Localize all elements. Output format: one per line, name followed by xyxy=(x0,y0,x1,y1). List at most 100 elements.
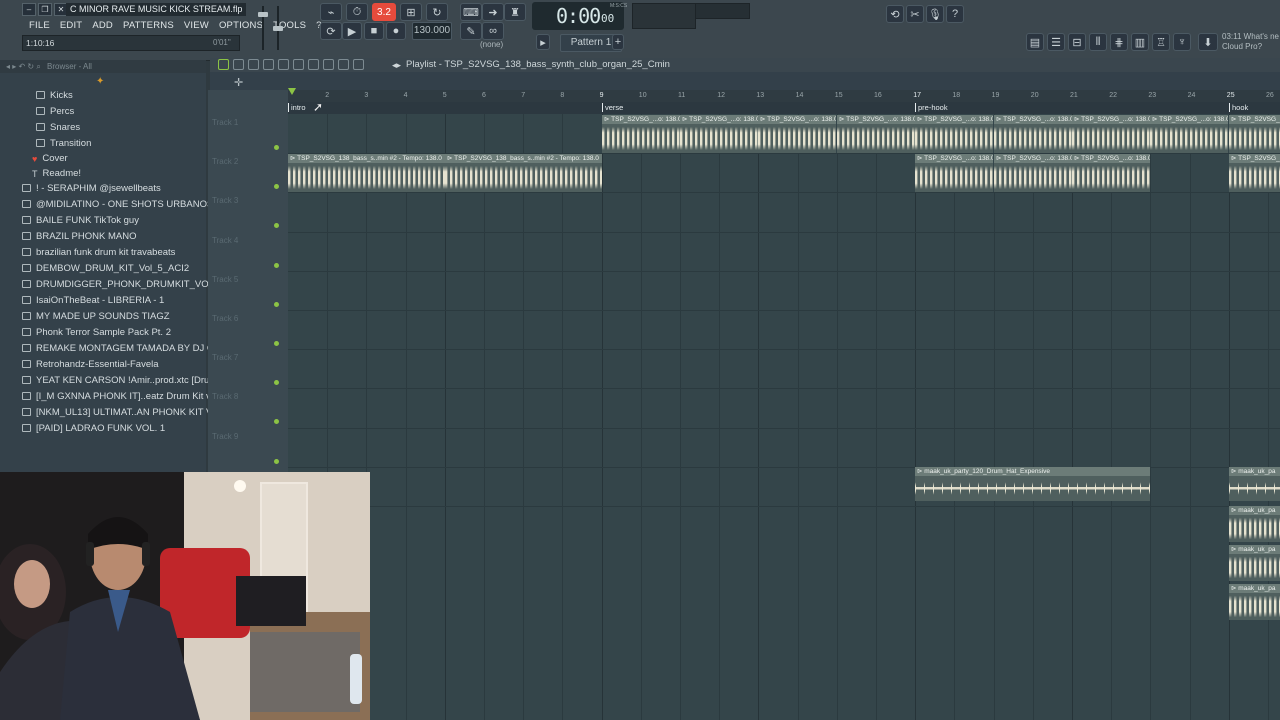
browser-item-label: Snares xyxy=(50,122,81,133)
browser-item[interactable]: DEMBOW_DRUM_KIT_Vol_5_ACI2 xyxy=(0,261,228,277)
browser-item[interactable]: DRUMDIGGER_PHONK_DRUMKIT_VOL_3 xyxy=(0,277,228,293)
snap-magnet-icon[interactable] xyxy=(218,59,229,70)
mixer-bell-icon[interactable]: ♜ xyxy=(504,3,526,21)
browser-item-label: Readme! xyxy=(42,167,82,179)
step-edit-icon[interactable]: ⊞ xyxy=(400,3,422,21)
typing-keyboard-icon[interactable]: ⌨ xyxy=(460,3,482,21)
marker-lane[interactable] xyxy=(288,102,1280,114)
master-pitch-slider[interactable] xyxy=(272,4,284,52)
browser-item[interactable]: IsaiOnTheBeat - LIBRERIA - 1 xyxy=(0,293,228,309)
browser-item[interactable]: [PAID] LADRAO FUNK VOL. 1 xyxy=(0,421,228,437)
paint-tool-icon[interactable] xyxy=(248,59,259,70)
brush-icon[interactable]: ✎ xyxy=(460,22,482,40)
browser-item-label: Phonk Terror Sample Pack Pt. 2 xyxy=(36,327,171,338)
folder-icon xyxy=(36,107,45,115)
folder-icon xyxy=(22,424,31,432)
help-icon[interactable]: ? xyxy=(946,5,964,23)
cpu-monitor xyxy=(632,3,696,29)
news-line-2: Cloud Pro? xyxy=(1222,42,1263,51)
time-value: 0:00 xyxy=(556,4,601,28)
loop-icon[interactable]: ⟳ xyxy=(320,22,342,40)
tempo-tapper-icon[interactable]: ♆ xyxy=(1173,33,1191,51)
folder-icon xyxy=(22,280,31,288)
folder-icon xyxy=(22,328,31,336)
browser-item[interactable]: BRAZIL PHONK MANO xyxy=(0,229,228,245)
plugin-database-icon[interactable]: ♖ xyxy=(1152,33,1170,51)
folder-icon xyxy=(36,91,45,99)
arrow-icon[interactable]: ➜ xyxy=(482,3,504,21)
browser-item[interactable]: @MIDILATINO - ONE SHOTS URBANOS VOL. 2 xyxy=(0,197,228,213)
download-icon[interactable]: ⬇ xyxy=(1198,33,1218,51)
folder-icon xyxy=(22,392,31,400)
folder-icon xyxy=(36,139,45,147)
webcam-image xyxy=(0,472,370,720)
heart-icon: ♥ xyxy=(32,154,38,164)
browser-item[interactable]: Kicks xyxy=(0,88,242,104)
zoom-tool-icon[interactable] xyxy=(338,59,349,70)
news-panel[interactable]: 03:11 What's ne Cloud Pro? xyxy=(1222,32,1279,52)
pattern-add-icon[interactable]: + xyxy=(612,34,624,50)
tempo-display[interactable]: 130.000 xyxy=(412,22,452,40)
pattern-prev-icon[interactable]: ▸ xyxy=(536,34,550,50)
browser-item-label: ! - SERAPHIM @jsewellbeats xyxy=(36,183,161,194)
text-file-icon: T xyxy=(32,168,38,179)
browser-item[interactable]: REMAKE MONTAGEM TAMADA BY DJ GYX xyxy=(0,341,228,357)
browser-item[interactable]: T Readme! xyxy=(0,166,238,182)
slip-tool-icon[interactable] xyxy=(293,59,304,70)
browser-item[interactable]: Percs xyxy=(0,104,242,120)
mute-tool-icon[interactable] xyxy=(278,59,289,70)
slice-tool-icon[interactable] xyxy=(308,59,319,70)
playback-tool-icon[interactable] xyxy=(353,59,364,70)
mixer-window-icon[interactable]: ⫴ xyxy=(1089,33,1107,51)
browser-item[interactable]: [I_M GXNNA PHONK IT]..eatz Drum Kit vol … xyxy=(0,389,228,405)
microphone-icon[interactable]: 🎙 xyxy=(926,5,944,23)
loop-record-icon[interactable]: ↻ xyxy=(426,3,448,21)
piano-roll-icon[interactable]: ☰ xyxy=(1047,33,1065,51)
play-icon[interactable]: ▶ xyxy=(342,22,362,40)
playlist-window-icon[interactable]: ▤ xyxy=(1026,33,1044,51)
link-icon[interactable]: ∞ xyxy=(482,22,504,40)
browser-item[interactable]: ! - SERAPHIM @jsewellbeats xyxy=(0,181,228,197)
browser-item[interactable]: [NKM_UL13] ULTIMAT..AN PHONK KIT VOL. 3 xyxy=(0,405,228,421)
master-volume-slider[interactable] xyxy=(258,4,268,52)
browser-item-label: DEMBOW_DRUM_KIT_Vol_5_ACI2 xyxy=(36,263,190,274)
cut-icon[interactable]: ✂ xyxy=(906,5,924,23)
folder-icon xyxy=(22,232,31,240)
browser-item[interactable]: Snares xyxy=(0,120,242,136)
browser-item[interactable]: MY MADE UP SOUNDS TIAGZ xyxy=(0,309,228,325)
browser-window-icon[interactable]: ▥ xyxy=(1131,33,1149,51)
select-tool-icon[interactable] xyxy=(323,59,334,70)
browser-item[interactable]: BAILE FUNK TikTok guy xyxy=(0,213,228,229)
browser-item[interactable]: Phonk Terror Sample Pack Pt. 2 xyxy=(0,325,228,341)
browser-item-label: Retrohandz-Essential-Favela xyxy=(36,359,159,370)
playlist-subheader xyxy=(210,72,1280,90)
channel-rack-icon[interactable]: ⊟ xyxy=(1068,33,1086,51)
browser-item-label: IsaiOnTheBeat - LIBRERIA - 1 xyxy=(36,295,165,306)
browser-item-label: BRAZIL PHONK MANO xyxy=(36,231,137,242)
delete-tool-icon[interactable] xyxy=(263,59,274,70)
browser-lower xyxy=(0,438,206,472)
browser-item[interactable]: YEAT KEN CARSON !Amir..prod.xtc [Drum Ki… xyxy=(0,373,228,389)
folder-icon xyxy=(22,376,31,384)
pattern-song-icon[interactable]: ⌁ xyxy=(320,3,342,21)
timeline-ruler[interactable] xyxy=(288,90,1280,102)
plugin-picker-icon[interactable]: ⋕ xyxy=(1110,33,1128,51)
browser-item-label: DRUMDIGGER_PHONK_DRUMKIT_VOL_3 xyxy=(36,279,225,290)
browser-item[interactable]: brazilian funk drum kit travabeats xyxy=(0,245,228,261)
browser-item[interactable]: Retrohandz-Essential-Favela xyxy=(0,357,228,373)
snap-selector[interactable]: (none) xyxy=(480,40,503,49)
browser-item[interactable]: Transition xyxy=(0,136,242,152)
folder-icon xyxy=(22,184,31,192)
playhead-marker[interactable] xyxy=(288,88,296,95)
draw-tool-icon[interactable] xyxy=(233,59,244,70)
metronome-icon[interactable]: ⏱ xyxy=(346,3,368,21)
browser-item-label: Cover xyxy=(42,153,68,164)
add-track-icon[interactable]: ✛ xyxy=(234,76,243,89)
playlist-arrow-icon[interactable]: ◂▸ xyxy=(392,60,401,71)
record-mode-button[interactable]: 3.2 xyxy=(372,3,396,21)
time-centiseconds: 00 xyxy=(601,12,615,25)
playlist-grid[interactable] xyxy=(288,114,1280,720)
undo-icon[interactable]: ⟲ xyxy=(886,5,904,23)
stop-icon[interactable]: ■ xyxy=(364,22,384,40)
record-icon[interactable]: ● xyxy=(386,22,406,40)
